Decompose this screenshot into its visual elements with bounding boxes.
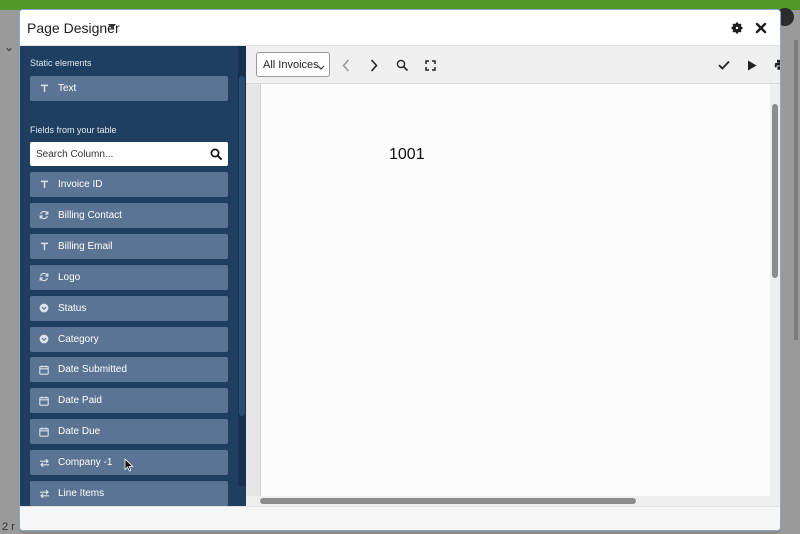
field-item-billing-contact[interactable]: Billing Contact (30, 202, 228, 228)
record-select-value: All Invoices (263, 58, 319, 71)
field-item-billing-email[interactable]: Billing Email (30, 233, 228, 259)
chevron-circle-icon (30, 303, 58, 313)
field-item-label: Billing Email (58, 240, 113, 252)
fullscreen-button[interactable] (422, 57, 438, 73)
previous-record-button[interactable] (338, 57, 354, 73)
check-icon (718, 60, 730, 70)
preview-toolbar: All Invoices (246, 46, 780, 84)
link-arrows-icon (30, 489, 58, 499)
calendar-icon (30, 365, 58, 375)
field-item-label: Logo (58, 271, 81, 283)
chevron-circle-icon (30, 334, 58, 344)
field-item-label: Category (58, 333, 99, 345)
app-topbar (0, 0, 800, 10)
title-dropdown-caret-icon[interactable] (108, 24, 116, 29)
play-icon (748, 60, 757, 70)
field-item-date-due[interactable]: Date Due (30, 419, 228, 445)
field-item-date-paid[interactable]: Date Paid (30, 388, 228, 414)
modal-footer (20, 506, 780, 530)
link-arrows-icon (30, 458, 58, 468)
field-item-label: Date Paid (58, 395, 102, 407)
field-item-invoice-id[interactable]: Invoice ID (30, 172, 228, 197)
chevron-right-icon (370, 58, 378, 72)
refresh-icon (30, 272, 58, 282)
page-canvas: 1001 (246, 84, 780, 506)
field-item-label: Status (58, 302, 87, 314)
app-scrollbar (794, 40, 798, 340)
field-item-label: Date Submitted (58, 364, 127, 376)
search-column-input[interactable] (36, 146, 206, 162)
refresh-icon (30, 210, 58, 220)
gear-icon[interactable] (728, 19, 746, 37)
close-icon[interactable] (752, 19, 770, 37)
text-icon (30, 180, 58, 189)
print-button[interactable] (772, 57, 780, 73)
field-item-label: Date Due (58, 426, 101, 438)
field-item-logo[interactable]: Logo (30, 264, 228, 290)
run-button[interactable] (744, 57, 760, 73)
static-elements-heading: Static elements (30, 58, 92, 68)
app-backdrop-left (0, 10, 20, 534)
field-item-status[interactable]: Status (30, 295, 228, 321)
zoom-search-button[interactable] (394, 57, 410, 73)
field-item-label: Billing Contact (58, 209, 122, 221)
field-item-category[interactable]: Category (30, 326, 228, 352)
static-item-text[interactable]: Text (30, 76, 228, 101)
invoice-id-value[interactable]: 1001 (389, 146, 425, 164)
page-designer-modal: Page Designer Static elements Text Field… (20, 10, 780, 530)
calendar-icon (30, 427, 58, 437)
sidebar-scrollbar-thumb[interactable] (239, 76, 245, 416)
text-icon (30, 242, 58, 251)
chevron-down-icon: ⌄ (4, 40, 15, 54)
canvas-horizontal-scrollbar-thumb[interactable] (260, 498, 636, 504)
text-icon (30, 84, 58, 93)
field-item-line-items[interactable]: Line Items (30, 481, 228, 506)
fields-heading: Fields from your table (30, 125, 117, 135)
expand-icon (424, 59, 436, 71)
modal-header: Page Designer (20, 10, 780, 46)
field-item-label: Invoice ID (58, 179, 103, 190)
apply-button[interactable] (716, 57, 732, 73)
print-icon (774, 59, 780, 71)
search-icon (396, 59, 408, 71)
chevron-down-icon (317, 62, 325, 74)
app-row-count: 2 r (2, 521, 15, 533)
next-record-button[interactable] (366, 57, 382, 73)
modal-title[interactable]: Page Designer (27, 20, 120, 36)
calendar-icon (30, 396, 58, 406)
chevron-left-icon (342, 58, 350, 72)
page-preview[interactable]: 1001 (260, 84, 778, 500)
record-select[interactable]: All Invoices (256, 52, 330, 77)
field-item-label: Company -1 (58, 457, 113, 469)
search-column-box (30, 142, 228, 166)
search-icon[interactable] (210, 147, 222, 165)
mouse-cursor-icon (124, 458, 134, 477)
canvas-vertical-scrollbar-thumb[interactable] (772, 104, 778, 278)
static-item-label: Text (58, 83, 77, 94)
field-item-date-submitted[interactable]: Date Submitted (30, 357, 228, 383)
fields-sidebar: Static elements Text Fields from your ta… (20, 46, 246, 506)
field-item-label: Line Items (58, 488, 105, 499)
